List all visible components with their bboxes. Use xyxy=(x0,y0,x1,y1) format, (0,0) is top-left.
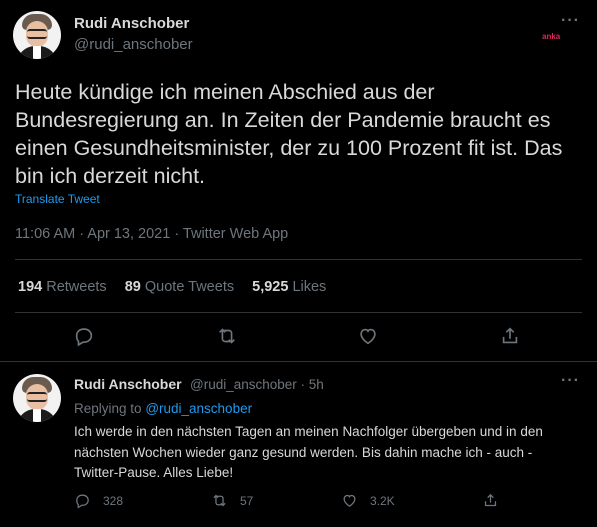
reply-reply-button[interactable]: 328 xyxy=(74,492,123,509)
reply-icon[interactable] xyxy=(73,325,95,347)
translate-link[interactable]: Translate Tweet xyxy=(15,192,100,206)
share-icon[interactable] xyxy=(499,325,521,347)
like-count: 3.2K xyxy=(370,493,395,508)
reply-share-button[interactable] xyxy=(482,492,511,509)
main-more-icon[interactable]: ··· xyxy=(561,12,580,30)
divider xyxy=(15,312,582,313)
watermark: anka xyxy=(542,32,561,41)
reply-meta: @rudi_anschober · 5h xyxy=(190,377,324,392)
reply-author-handle[interactable]: @rudi_anschober xyxy=(190,377,297,392)
like-icon[interactable] xyxy=(357,325,379,347)
divider xyxy=(15,259,582,260)
reply-count: 328 xyxy=(103,493,124,508)
main-author-handle[interactable]: @rudi_anschober xyxy=(74,36,193,53)
reply-author-name[interactable]: Rudi Anschober xyxy=(74,376,182,392)
reply-avatar[interactable] xyxy=(13,374,61,422)
reply-retweet-button[interactable]: 57 xyxy=(211,492,253,509)
stats-row: 194 Retweets 89 Quote Tweets 5,925 Likes xyxy=(18,279,340,295)
main-avatar[interactable] xyxy=(13,11,61,59)
retweet-icon xyxy=(213,494,226,507)
retweet-icon[interactable] xyxy=(216,325,238,347)
reply-more-icon[interactable]: ··· xyxy=(561,372,580,390)
replying-to-handle[interactable]: @rudi_anschober xyxy=(145,401,252,416)
reply-icon xyxy=(76,494,89,509)
like-icon xyxy=(343,494,356,507)
main-tweet-text: Heute kündige ich meinen Abschied aus de… xyxy=(15,80,563,188)
divider xyxy=(0,361,597,362)
replying-to: Replying to @rudi_anschober xyxy=(74,401,252,416)
reply-time[interactable]: · 5h xyxy=(301,377,324,392)
retweets-stat[interactable]: 194 Retweets xyxy=(18,279,107,295)
reply-tweet-text: Ich werde in den nächsten Tagen an meine… xyxy=(74,424,543,480)
retweet-count: 57 xyxy=(240,493,254,508)
likes-stat[interactable]: 5,925 Likes xyxy=(252,279,326,295)
quotes-stat[interactable]: 89 Quote Tweets xyxy=(125,279,234,295)
main-timestamp[interactable]: 11:06 AM · Apr 13, 2021 · Twitter Web Ap… xyxy=(15,226,288,242)
reply-like-button[interactable]: 3.2K xyxy=(341,492,395,509)
replying-to-label: Replying to xyxy=(74,401,142,416)
share-icon xyxy=(484,493,497,507)
main-author-name[interactable]: Rudi Anschober xyxy=(74,15,189,32)
